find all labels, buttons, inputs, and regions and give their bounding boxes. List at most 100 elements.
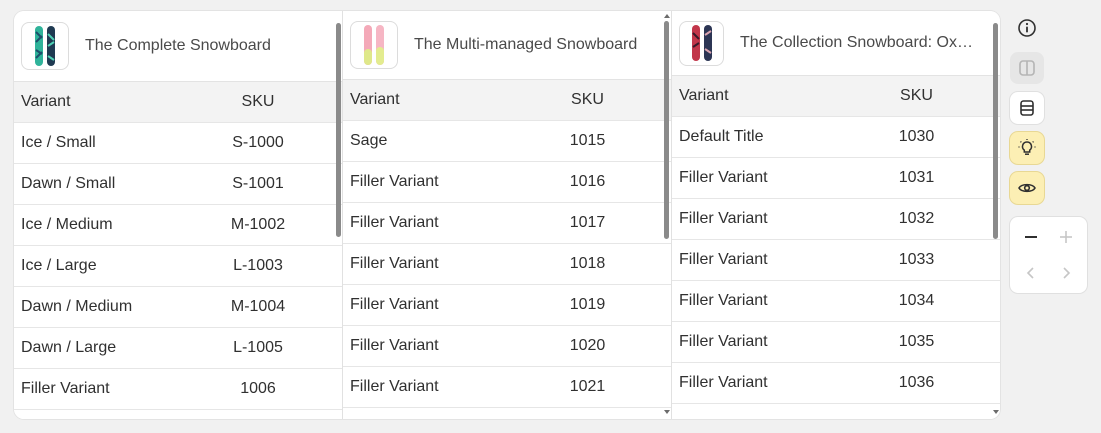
variant-cell: Ice / Large xyxy=(14,245,174,287)
table-header-row: Variant SKU xyxy=(343,80,672,121)
minus-icon xyxy=(1025,236,1037,238)
scrollbar-thumb[interactable] xyxy=(336,23,341,237)
variant-cell: Filler Variant xyxy=(672,157,832,199)
panel-header: The Complete Snowboard xyxy=(14,11,342,82)
table-row: Filler Variant 1036 xyxy=(672,362,1000,404)
zoom-controls xyxy=(1010,217,1087,293)
table-rows-icon xyxy=(1020,100,1034,116)
sku-cell: 1020 xyxy=(503,325,672,367)
sku-cell: 1021 xyxy=(503,366,672,408)
variant-cell: Sage xyxy=(343,120,503,162)
variant-cell: Dawn / Large xyxy=(14,327,174,369)
variant-table: Variant SKU Ice / Small S-1000 Dawn / Sma… xyxy=(14,82,342,410)
scroll-down-icon[interactable] xyxy=(664,410,670,414)
eye-icon xyxy=(1018,183,1036,193)
column-header-sku: SKU xyxy=(832,76,1000,117)
product-thumbnail[interactable] xyxy=(350,21,398,69)
scrollbar-thumb[interactable] xyxy=(664,21,669,239)
snowboard-image-icon xyxy=(35,26,55,66)
sku-cell: 1036 xyxy=(832,362,1000,404)
product-title: The Collection Snowboard: Oxygen xyxy=(740,34,980,51)
snowboard-image-icon xyxy=(691,25,712,61)
variant-cell: Filler Variant xyxy=(672,321,832,363)
column-header-variant: Variant xyxy=(343,80,503,121)
table-row: Sage 1015 xyxy=(343,120,672,162)
sku-cell: 1034 xyxy=(832,280,1000,322)
column-header-sku: SKU xyxy=(174,82,342,123)
lightbulb-icon xyxy=(1018,139,1036,155)
sku-cell: 1006 xyxy=(174,368,342,410)
variant-cell: Filler Variant xyxy=(343,161,503,203)
sku-cell: 1016 xyxy=(503,161,672,203)
zoom-out-button[interactable] xyxy=(1014,221,1048,253)
previous-button[interactable] xyxy=(1014,257,1048,289)
sku-cell: 1031 xyxy=(832,157,1000,199)
product-panel-multi-managed-snowboard: The Multi-managed Snowboard Variant SKU … xyxy=(342,11,672,419)
product-thumbnail[interactable] xyxy=(679,20,724,66)
table-row: Filler Variant 1035 xyxy=(672,321,1000,363)
panel-header: The Collection Snowboard: Oxygen xyxy=(672,11,1000,76)
product-panel-complete-snowboard: The Complete Snowboard Variant SKU Ice /… xyxy=(14,11,342,419)
variant-cell: Filler Variant xyxy=(672,198,832,240)
sku-cell: 1032 xyxy=(832,198,1000,240)
scrollbar-thumb[interactable] xyxy=(993,23,998,239)
table-row: Filler Variant 1021 xyxy=(343,366,672,408)
table-row: Ice / Large L-1003 xyxy=(14,245,342,287)
table-row: Filler Variant 1016 xyxy=(343,161,672,203)
sku-cell: L-1005 xyxy=(174,327,342,369)
sku-cell: L-1003 xyxy=(174,245,342,287)
variant-cell: Dawn / Small xyxy=(14,163,174,205)
scroll-down-icon[interactable] xyxy=(993,410,999,414)
sku-cell: M-1002 xyxy=(174,204,342,246)
sku-cell: M-1004 xyxy=(174,286,342,328)
chevron-left-icon xyxy=(1026,267,1034,279)
preview-toggle[interactable] xyxy=(1010,172,1044,204)
table-row: Filler Variant 1018 xyxy=(343,243,672,285)
sku-cell: 1018 xyxy=(503,243,672,285)
variant-cell: Ice / Small xyxy=(14,122,174,164)
table-header-row: Variant SKU xyxy=(14,82,342,123)
table-header-row: Variant SKU xyxy=(672,76,1000,117)
variant-table: Variant SKU Sage 1015 Filler Variant 1016 … xyxy=(343,80,672,408)
table-row: Ice / Small S-1000 xyxy=(14,122,342,164)
sku-cell: 1030 xyxy=(832,116,1000,158)
sku-cell: 1033 xyxy=(832,239,1000,281)
variant-cell: Dawn / Medium xyxy=(14,286,174,328)
table-row: Default Title 1030 xyxy=(672,116,1000,158)
column-header-variant: Variant xyxy=(672,76,832,117)
zoom-in-button[interactable] xyxy=(1049,221,1083,253)
suggestions-toggle[interactable] xyxy=(1010,132,1044,164)
table-row: Filler Variant 1020 xyxy=(343,325,672,367)
sku-cell: 1035 xyxy=(832,321,1000,363)
variant-table: Variant SKU Default Title 1030 Filler Var… xyxy=(672,76,1000,404)
sku-cell: 1019 xyxy=(503,284,672,326)
product-thumbnail[interactable] xyxy=(21,22,69,70)
table-rows-button[interactable] xyxy=(1010,92,1044,124)
table-row: Filler Variant 1033 xyxy=(672,239,1000,281)
variant-cell: Filler Variant xyxy=(343,366,503,408)
sku-cell: 1015 xyxy=(503,120,672,162)
chevron-right-icon xyxy=(1063,267,1071,279)
table-row: Filler Variant 1017 xyxy=(343,202,672,244)
next-button[interactable] xyxy=(1049,257,1083,289)
variant-cell: Filler Variant xyxy=(672,239,832,281)
table-row: Filler Variant 1034 xyxy=(672,280,1000,322)
comparison-board: The Complete Snowboard Variant SKU Ice /… xyxy=(14,11,1000,419)
variant-cell: Filler Variant xyxy=(343,243,503,285)
table-row: Filler Variant 1019 xyxy=(343,284,672,326)
sku-cell: S-1000 xyxy=(174,122,342,164)
product-title: The Multi-managed Snowboard xyxy=(414,36,638,53)
variant-cell: Filler Variant xyxy=(343,202,503,244)
variant-cell: Filler Variant xyxy=(343,284,503,326)
column-header-variant: Variant xyxy=(14,82,174,123)
table-row: Dawn / Medium M-1004 xyxy=(14,286,342,328)
scroll-up-icon[interactable] xyxy=(664,14,670,18)
column-header-sku: SKU xyxy=(503,80,672,121)
split-view-button[interactable] xyxy=(1010,52,1044,84)
snowboard-image-icon xyxy=(364,25,384,65)
info-icon xyxy=(1018,19,1036,37)
info-button[interactable] xyxy=(1010,12,1044,44)
variant-cell: Filler Variant xyxy=(343,325,503,367)
table-row: Ice / Medium M-1002 xyxy=(14,204,342,246)
panel-header: The Multi-managed Snowboard xyxy=(343,11,672,80)
